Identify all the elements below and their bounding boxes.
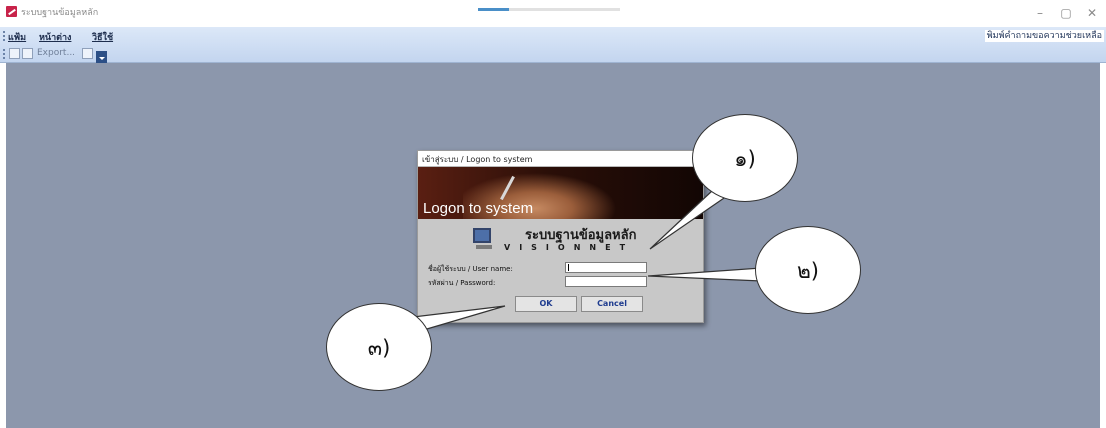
callout-leaders [412, 189, 762, 332]
callout-1: ๑) [692, 114, 798, 202]
callout-1-leader [649, 189, 729, 250]
callout-2-leader [647, 267, 762, 282]
callout-2: ๒) [755, 226, 861, 314]
callout-3: ๓) [326, 303, 432, 391]
